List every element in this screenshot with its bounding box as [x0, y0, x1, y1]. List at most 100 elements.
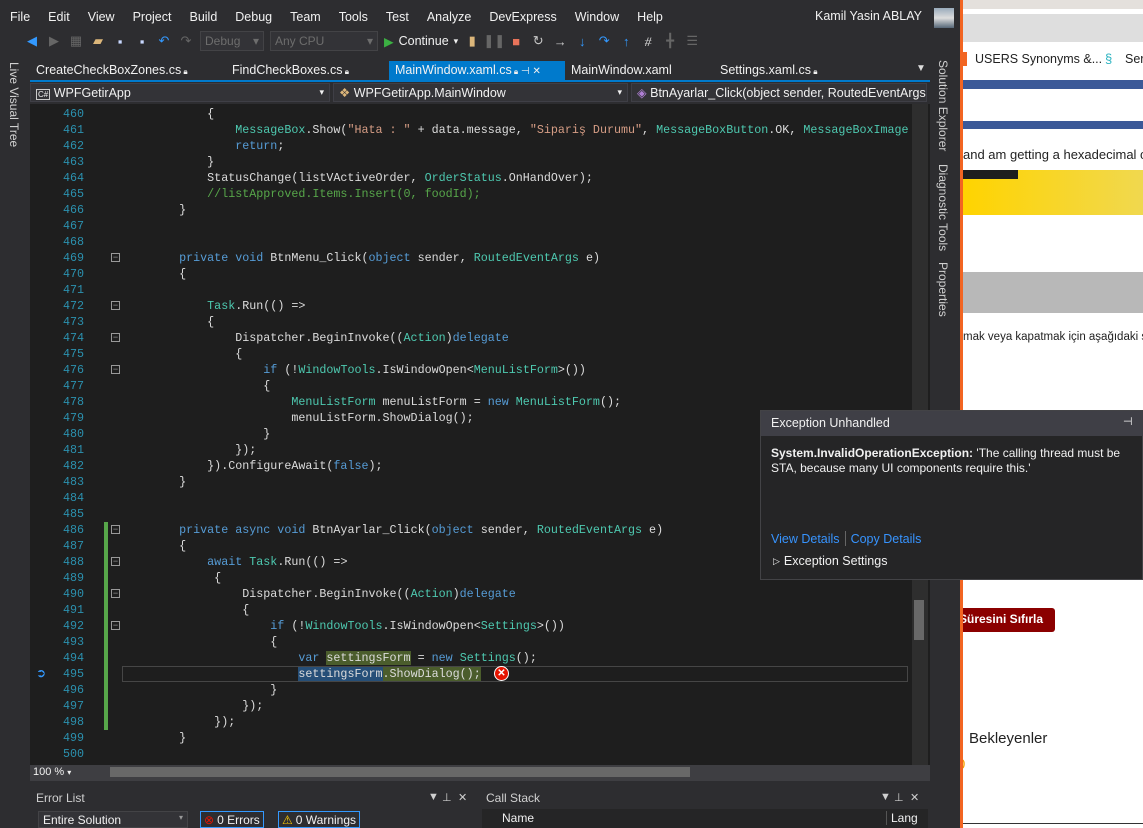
menu-help[interactable]: Help — [628, 10, 672, 24]
code-line[interactable]: 460 { — [30, 106, 910, 122]
close-tab-icon[interactable]: ⊣ ✕ — [518, 66, 541, 77]
forward-icon[interactable]: ▶ — [46, 33, 62, 49]
code-line[interactable]: 467 — [30, 218, 910, 234]
menu-tools[interactable]: Tools — [330, 10, 377, 24]
step-over-icon[interactable]: ↷ — [596, 33, 612, 49]
horizontal-scroll-thumb[interactable] — [110, 767, 690, 777]
solution-explorer-tab[interactable]: Solution Explorer — [936, 60, 950, 151]
code-line[interactable]: 498 }); — [30, 714, 910, 730]
reset-duration-button[interactable]: Süresini Sıfırla — [963, 608, 1055, 632]
code-line[interactable]: 477 { — [30, 378, 910, 394]
bookmark-users-synonyms[interactable]: USERS Synonyms &... — [975, 52, 1102, 66]
code-line[interactable]: 463 } — [30, 154, 910, 170]
error-icon[interactable]: ✕ — [494, 666, 509, 681]
save-all-icon[interactable]: ▪ — [134, 33, 150, 49]
breakpoint-icon[interactable]: ╋ — [662, 33, 678, 49]
pin-icon[interactable]: ⊥ — [442, 791, 452, 804]
back-icon[interactable]: ◀ — [24, 33, 40, 49]
collapse-icon[interactable]: − — [111, 253, 120, 262]
process-icon[interactable]: ▮ — [464, 33, 480, 49]
column-header-language[interactable]: Lang — [886, 811, 918, 825]
continue-button[interactable]: ▶ Continue ▾ — [384, 34, 458, 49]
pin-icon[interactable]: ⊣ — [1123, 415, 1133, 428]
tab-overflow-icon[interactable]: ▼ — [916, 63, 926, 74]
step-out-icon[interactable]: ↑ — [618, 33, 634, 49]
close-icon[interactable]: ✕ — [458, 791, 467, 804]
code-line[interactable]: 472 − Task.Run(() => — [30, 298, 910, 314]
pause-icon[interactable]: ❚❚ — [483, 33, 505, 49]
code-line[interactable]: 492 − if (!WindowTools.IsWindowOpen<Setti… — [30, 618, 910, 634]
user-name[interactable]: Kamil Yasin ABLAY — [815, 9, 922, 23]
menu-debug[interactable]: Debug — [226, 10, 281, 24]
menu-file[interactable]: File — [0, 10, 39, 24]
code-line[interactable]: 473 { — [30, 314, 910, 330]
panel-menu-icon[interactable]: ▼ — [428, 791, 439, 803]
configuration-select[interactable]: Debug ▾ — [200, 31, 264, 51]
collapse-icon[interactable]: − — [111, 333, 120, 342]
code-line[interactable]: 500 — [30, 746, 910, 762]
code-line[interactable]: 490 − Dispatcher.BeginInvoke((Action)dele… — [30, 586, 910, 602]
code-line[interactable]: 471 — [30, 282, 910, 298]
menu-view[interactable]: View — [79, 10, 124, 24]
restart-icon[interactable]: ↻ — [530, 33, 546, 49]
code-line[interactable]: 462 return; — [30, 138, 910, 154]
code-line[interactable]: 474 − Dispatcher.BeginInvoke((Action)dele… — [30, 330, 910, 346]
undo-icon[interactable]: ↶ — [156, 33, 172, 49]
tab-mainwindow-xaml[interactable]: MainWindow.xaml — [565, 61, 678, 81]
code-line[interactable]: 497 }); — [30, 698, 910, 714]
menu-window[interactable]: Window — [566, 10, 628, 24]
avatar[interactable] — [934, 8, 954, 28]
copy-details-link[interactable]: Copy Details — [851, 532, 922, 546]
code-line[interactable]: 476 − if (!WindowTools.IsWindowOpen<MenuL… — [30, 362, 910, 378]
show-next-statement-icon[interactable]: → — [552, 33, 568, 49]
collapse-icon[interactable]: − — [111, 525, 120, 534]
new-project-icon[interactable]: ▦ — [68, 33, 84, 49]
exception-settings-expander[interactable]: ▷ Exception Settings — [773, 554, 887, 568]
redo-icon[interactable]: ↷ — [178, 33, 194, 49]
code-line[interactable]: 470 { — [30, 266, 910, 282]
warnings-filter-button[interactable]: ⚠ 0 Warnings — [278, 811, 361, 828]
view-details-link[interactable]: View Details — [771, 532, 840, 546]
save-icon[interactable]: ▪ — [112, 33, 128, 49]
menu-analyze[interactable]: Analyze — [418, 10, 480, 24]
column-header-name[interactable]: Name — [502, 811, 534, 825]
collapse-icon[interactable]: − — [111, 589, 120, 598]
code-line[interactable]: 493 { — [30, 634, 910, 650]
code-line[interactable]: 478 MenuListForm menuListForm = new Menu… — [30, 394, 910, 410]
zoom-select[interactable]: 100 % ▾ — [33, 766, 91, 780]
collapse-icon[interactable]: − — [111, 621, 120, 630]
code-line[interactable]: 494 var settingsForm = new Settings(); — [30, 650, 910, 666]
properties-tab[interactable]: Properties — [936, 262, 950, 317]
pin-icon[interactable]: ⊥ — [894, 791, 904, 804]
code-line[interactable]: 475 { — [30, 346, 910, 362]
menu-build[interactable]: Build — [180, 10, 226, 24]
platform-select[interactable]: Any CPU ▾ — [270, 31, 378, 51]
code-line[interactable]: 466 } — [30, 202, 910, 218]
code-line[interactable]: 461 MessageBox.Show("Hata : " + data.mes… — [30, 122, 910, 138]
collapse-icon[interactable]: − — [111, 301, 120, 310]
step-into-icon[interactable]: ↓ — [574, 33, 590, 49]
menu-devexpress[interactable]: DevExpress — [480, 10, 565, 24]
tab-mainwindow-xaml-cs[interactable]: MainWindow.xaml.cs 🔒︎ ⊣ ✕ — [389, 61, 565, 81]
code-line[interactable]: 468 — [30, 234, 910, 250]
code-line[interactable]: 496 } — [30, 682, 910, 698]
tab-createcheckboxzones-cs[interactable]: CreateCheckBoxZones.cs 🔒︎ — [30, 61, 194, 81]
code-line[interactable]: 464 StatusChange(listVActiveOrder, Order… — [30, 170, 910, 186]
live-visual-tree-tab[interactable]: Live Visual Tree — [7, 62, 21, 147]
stop-icon[interactable]: ■ — [508, 33, 524, 49]
menu-project[interactable]: Project — [124, 10, 181, 24]
collapse-icon[interactable]: − — [111, 365, 120, 374]
collapse-icon[interactable]: − — [111, 557, 120, 566]
member-dropdown[interactable]: ◈ BtnAyarlar_Click(object sender, Routed… — [631, 83, 927, 102]
class-dropdown[interactable]: ❖ WPFGetirApp.MainWindow ▾ — [333, 83, 628, 102]
code-line[interactable]: 465 //listApproved.Items.Insert(0, foodI… — [30, 186, 910, 202]
menu-test[interactable]: Test — [377, 10, 418, 24]
panel-menu-icon[interactable]: ▼ — [880, 791, 891, 803]
tab-findcheckboxes-cs[interactable]: FindCheckBoxes.cs 🔒︎ — [226, 61, 355, 81]
project-dropdown[interactable]: C# WPFGetirApp ▾ — [30, 83, 330, 102]
vertical-scroll-thumb[interactable] — [914, 600, 924, 640]
close-icon[interactable]: ✕ — [910, 791, 919, 804]
menu-team[interactable]: Team — [281, 10, 330, 24]
tab-settings-xaml-cs[interactable]: Settings.xaml.cs 🔒︎ — [714, 61, 824, 81]
bookmark-ser[interactable]: Ser — [1125, 52, 1143, 66]
